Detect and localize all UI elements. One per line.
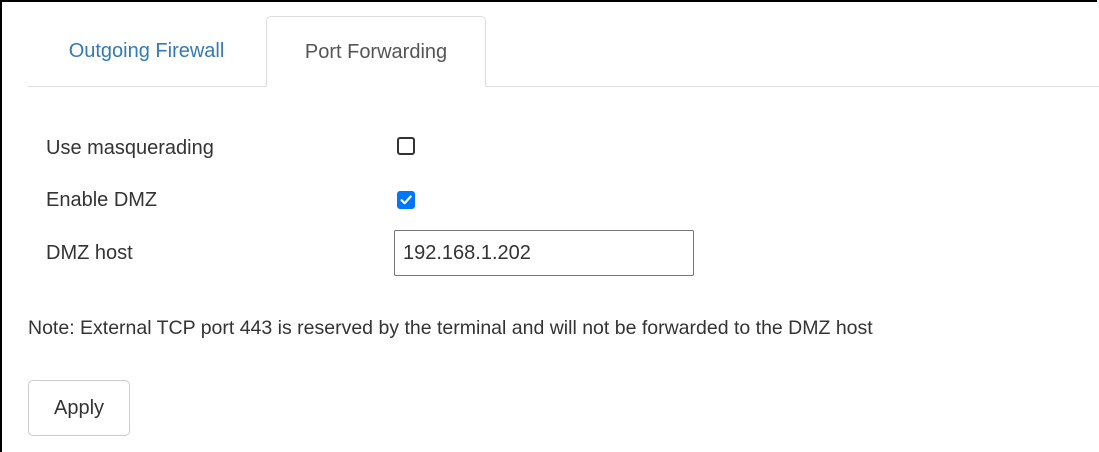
tab-outgoing-firewall[interactable]: Outgoing Firewall — [28, 16, 265, 86]
enable-dmz-checkbox[interactable] — [397, 191, 415, 209]
enable-dmz-label: Enable DMZ — [46, 189, 158, 211]
dmz-host-input[interactable] — [394, 230, 694, 276]
masquerading-checkbox[interactable] — [397, 137, 415, 155]
tab-bar: Outgoing Firewall Port Forwarding — [28, 16, 1099, 87]
dmz-host-label: DMZ host — [46, 242, 133, 264]
masquerading-label: Use masquerading — [46, 137, 214, 159]
apply-button[interactable]: Apply — [28, 380, 130, 436]
tab-port-forwarding[interactable]: Port Forwarding — [266, 16, 486, 87]
checkmark-icon — [400, 195, 412, 205]
port-note: Note: External TCP port 443 is reserved … — [28, 317, 873, 339]
